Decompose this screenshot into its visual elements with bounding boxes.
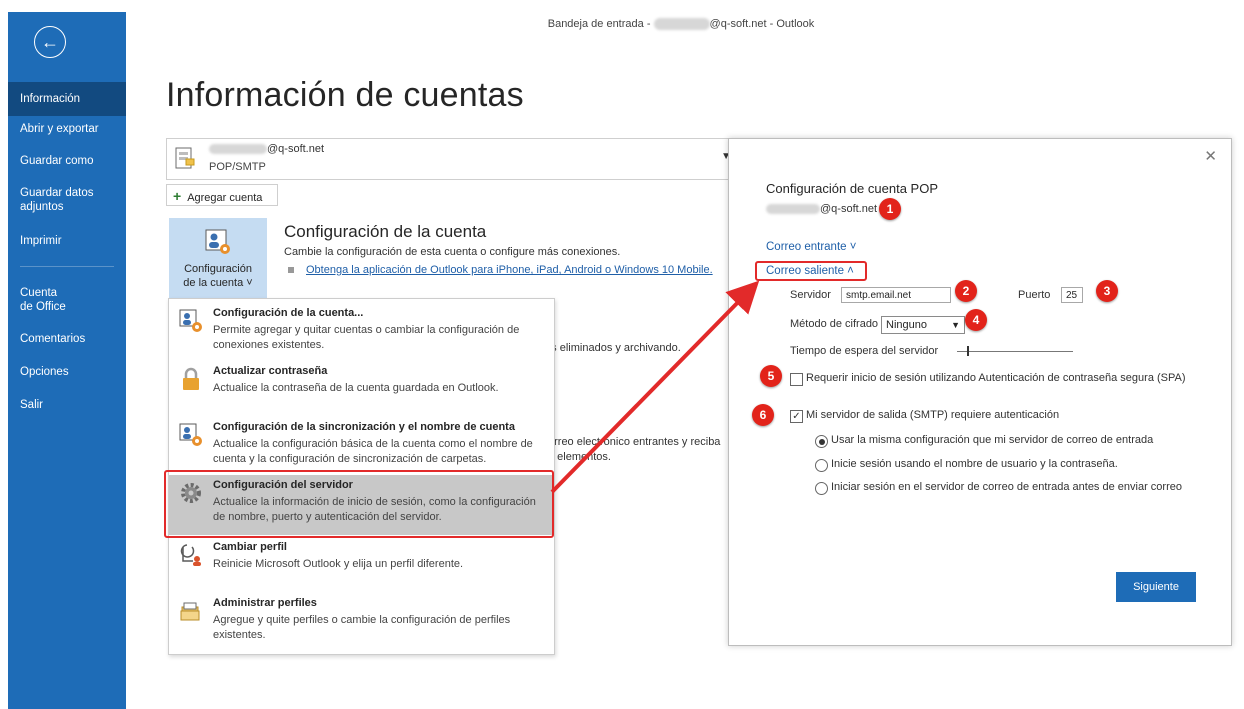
step-badge: 3: [1096, 280, 1118, 302]
step-badge: 6: [752, 404, 774, 426]
step-badge: 1: [879, 198, 901, 220]
step-badge: 2: [955, 280, 977, 302]
step-badge: 5: [760, 365, 782, 387]
annotation-arrow: [550, 280, 760, 494]
step-badge: 4: [965, 309, 987, 331]
